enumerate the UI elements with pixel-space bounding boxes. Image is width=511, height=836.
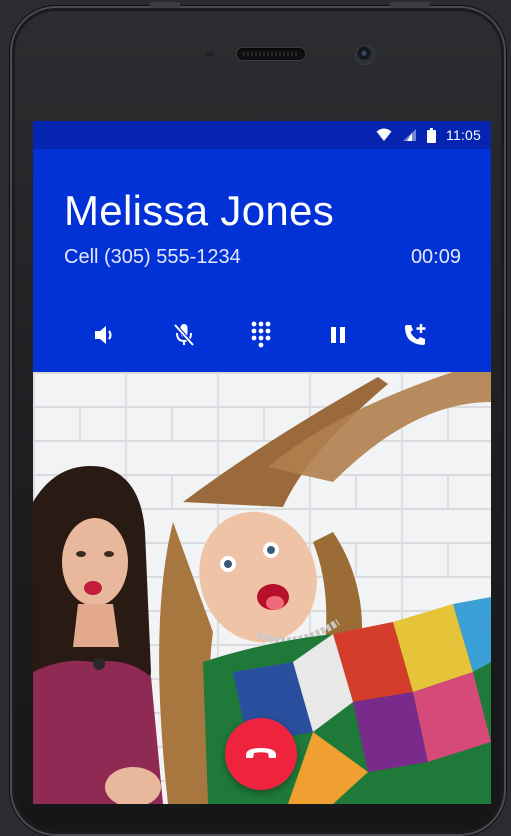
volume-button [390,2,430,8]
caller-number: Cell (305) 555-1234 [64,246,241,268]
caller-photo [33,372,491,804]
hold-button[interactable] [318,317,358,353]
battery-icon [427,127,436,143]
call-duration: 00:09 [410,246,461,268]
mute-button[interactable] [164,317,204,353]
add-call-button[interactable] [395,317,435,353]
end-call-icon [244,744,278,765]
earpiece-speaker [237,48,305,60]
cell-signal-icon [402,128,417,142]
call-controls [33,317,491,353]
status-time: 11:05 [446,127,481,143]
dialpad-icon [250,321,272,349]
speaker-button[interactable] [86,317,126,353]
end-call-button[interactable] [225,718,297,790]
front-camera [356,46,374,64]
mute-icon [172,322,196,348]
speaker-icon [93,323,119,347]
phone-screen: 11:05 Melissa Jones Cell (305) 555-1234 … [33,121,491,804]
status-bar: 11:05 [33,121,491,149]
proximity-sensor [206,51,214,57]
hold-icon [329,325,347,345]
call-header: Melissa Jones Cell (305) 555-1234 00:09 [33,149,491,372]
caller-name: Melissa Jones [64,187,335,234]
add-call-icon [402,322,428,348]
wifi-icon [376,128,392,142]
power-button [150,2,180,8]
dialpad-button[interactable] [241,317,281,353]
